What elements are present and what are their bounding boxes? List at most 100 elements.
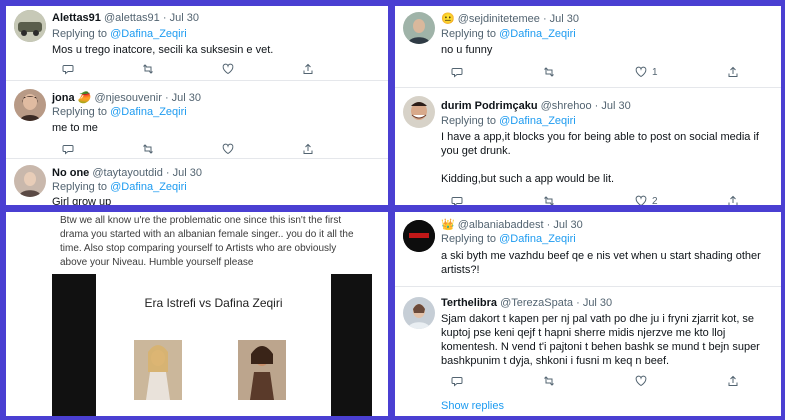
reply-icon	[451, 66, 463, 78]
reply-button[interactable]	[62, 142, 74, 156]
display-name[interactable]: Alettas91	[52, 12, 101, 24]
panel-quoted-tweet: Btw we all know u're the problematic one…	[6, 212, 388, 416]
retweet-icon	[543, 195, 555, 205]
tweet-actions: 2	[451, 194, 751, 205]
reply-button[interactable]	[451, 65, 463, 79]
tweet[interactable]: 😐 @sejdinitetemee · Jul 30 Replying to @…	[395, 6, 781, 84]
handle[interactable]: @albaniabaddest	[458, 219, 544, 231]
tweet[interactable]: No one @taytayoutdid · Jul 30 Replying t…	[6, 159, 388, 205]
handle[interactable]: @TerezaSpata	[500, 297, 573, 309]
replying-to: Replying to @Dafina_Zeqiri	[52, 28, 187, 40]
show-replies-link[interactable]: Show replies	[441, 400, 504, 412]
reply-icon	[62, 143, 74, 155]
tweet[interactable]: Terthelibra @TerezaSpata · Jul 30 Sjam d…	[395, 287, 781, 416]
like-button[interactable]	[222, 142, 234, 156]
tweet-text: Mos u trego inatcore, secili ka suksesin…	[52, 44, 274, 56]
tweet[interactable]: 👑 @albaniabaddest · Jul 30 Replying to @…	[395, 212, 781, 292]
share-button[interactable]	[727, 374, 739, 388]
share-icon	[727, 195, 739, 205]
display-name[interactable]: No one	[52, 167, 89, 179]
tweet-meta: 👑 @albaniabaddest · Jul 30	[441, 218, 583, 231]
replying-to-label: Replying to	[52, 181, 108, 193]
like-button[interactable]: 1	[635, 65, 658, 79]
reply-icon	[451, 375, 463, 387]
avatar[interactable]	[14, 165, 46, 197]
replying-to-label: Replying to	[52, 106, 108, 118]
handle[interactable]: @njesouvenir	[94, 92, 161, 104]
share-button[interactable]	[727, 194, 739, 205]
handle[interactable]: @taytayoutdid	[92, 167, 163, 179]
timestamp[interactable]: · Jul 30	[543, 13, 579, 25]
heart-icon	[222, 143, 234, 155]
tweet-text-2: Kidding,but such a app would be lit.	[441, 173, 615, 185]
display-name[interactable]: Terthelibra	[441, 297, 497, 309]
tweet-actions	[62, 62, 362, 76]
reply-button[interactable]	[62, 62, 74, 76]
share-button[interactable]	[727, 65, 739, 79]
like-button[interactable]: 2	[635, 194, 658, 205]
handle[interactable]: @alettas91	[104, 12, 160, 24]
share-icon	[727, 375, 739, 387]
tweet-actions	[451, 374, 751, 388]
heart-icon	[222, 63, 234, 75]
tweet[interactable]: jona 🥭 @njesouvenir · Jul 30 Replying to…	[6, 81, 388, 159]
share-button[interactable]	[302, 62, 314, 76]
avatar[interactable]	[403, 220, 435, 252]
share-icon	[302, 143, 314, 155]
media-title: Era Istrefi vs Dafina Zeqiri	[144, 296, 283, 310]
handle[interactable]: @shrehoo	[541, 100, 592, 112]
timestamp[interactable]: · Jul 30	[576, 297, 612, 309]
share-button[interactable]	[302, 142, 314, 156]
tweet-meta: No one @taytayoutdid · Jul 30	[52, 167, 202, 179]
avatar[interactable]	[14, 89, 46, 121]
reply-button[interactable]	[451, 374, 463, 388]
tweet[interactable]: Alettas91 @alettas91 · Jul 30 Replying t…	[6, 6, 388, 78]
display-name[interactable]: durim Podrimçaku	[441, 100, 538, 112]
reply-button[interactable]	[451, 194, 463, 205]
retweet-button[interactable]	[543, 194, 555, 205]
retweet-button[interactable]	[142, 142, 154, 156]
replying-to: Replying to @Dafina_Zeqiri	[52, 106, 187, 118]
tweet-meta: Alettas91 @alettas91 · Jul 30	[52, 12, 199, 24]
mention-link[interactable]: @Dafina_Zeqiri	[110, 28, 187, 40]
timestamp[interactable]: · Jul 30	[163, 12, 199, 24]
mention-link[interactable]: @Dafina_Zeqiri	[110, 106, 187, 118]
tweet-text: I have a app,it blocks you for being abl…	[441, 131, 759, 157]
avatar[interactable]	[403, 96, 435, 128]
avatar[interactable]	[14, 10, 46, 42]
retweet-icon	[543, 66, 555, 78]
share-icon	[302, 63, 314, 75]
avatar[interactable]	[403, 12, 435, 44]
replying-to-label: Replying to	[441, 115, 497, 127]
like-button[interactable]	[222, 62, 234, 76]
panel-replies-3: 👑 @albaniabaddest · Jul 30 Replying to @…	[395, 212, 781, 416]
retweet-button[interactable]	[142, 62, 154, 76]
handle[interactable]: @sejdinitetemee	[458, 13, 540, 25]
timestamp[interactable]: · Jul 30	[166, 167, 202, 179]
replying-to: Replying to @Dafina_Zeqiri	[441, 115, 576, 127]
mention-link[interactable]: @Dafina_Zeqiri	[499, 28, 576, 40]
like-button[interactable]	[635, 374, 647, 388]
retweet-icon	[543, 375, 555, 387]
timestamp[interactable]: · Jul 30	[595, 100, 631, 112]
timestamp[interactable]: · Jul 30	[547, 219, 583, 231]
tweet-meta: Terthelibra @TerezaSpata · Jul 30	[441, 297, 612, 309]
mention-link[interactable]: @Dafina_Zeqiri	[499, 233, 576, 245]
avatar[interactable]	[403, 297, 435, 329]
retweet-icon	[142, 63, 154, 75]
retweet-button[interactable]	[543, 374, 555, 388]
display-name[interactable]: jona	[52, 92, 75, 104]
replying-to-label: Replying to	[441, 233, 497, 245]
photo-era-istrefi	[134, 340, 182, 400]
timestamp[interactable]: · Jul 30	[165, 92, 201, 104]
mention-link[interactable]: @Dafina_Zeqiri	[110, 181, 187, 193]
tweet-media[interactable]: Era Istrefi vs Dafina Zeqiri	[52, 274, 372, 416]
media-card: Era Istrefi vs Dafina Zeqiri	[96, 274, 331, 416]
tweet-text: no u funny	[441, 44, 493, 56]
retweet-button[interactable]	[543, 65, 555, 79]
panel-replies-2: 😐 @sejdinitetemee · Jul 30 Replying to @…	[395, 6, 781, 205]
heart-icon	[635, 195, 647, 205]
tweet-actions: 1	[451, 65, 751, 79]
tweet[interactable]: durim Podrimçaku @shrehoo · Jul 30 Reply…	[395, 88, 781, 205]
mention-link[interactable]: @Dafina_Zeqiri	[499, 115, 576, 127]
